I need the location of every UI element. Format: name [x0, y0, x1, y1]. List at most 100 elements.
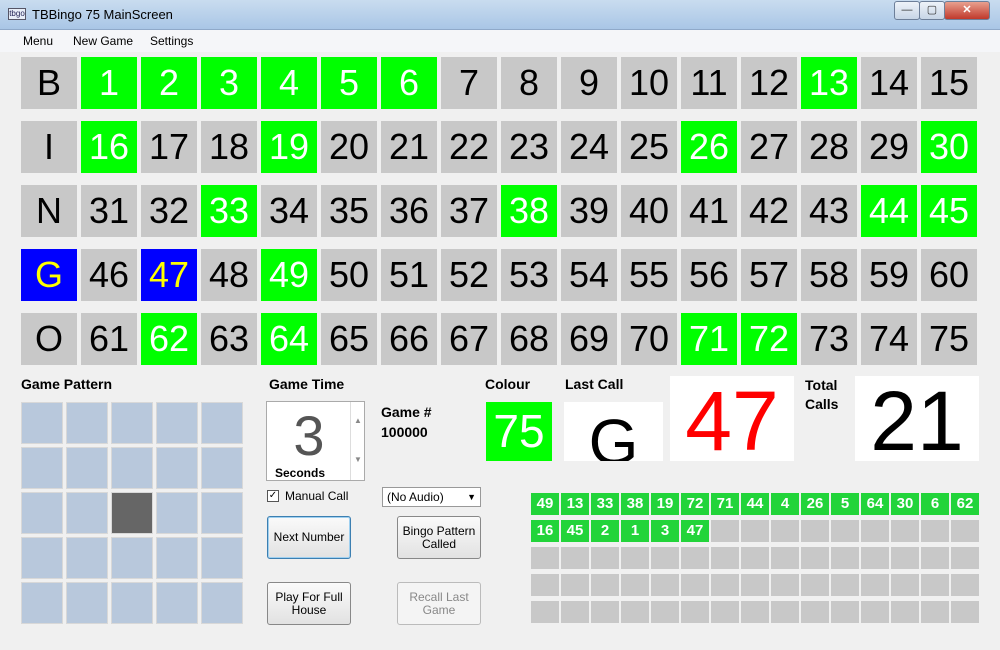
- board-number[interactable]: 33: [201, 185, 257, 237]
- board-number[interactable]: 72: [741, 313, 797, 365]
- pattern-cell[interactable]: [111, 537, 153, 579]
- pattern-cell[interactable]: [156, 582, 198, 624]
- board-number[interactable]: 50: [321, 249, 377, 301]
- board-number[interactable]: 10: [621, 57, 677, 109]
- board-number[interactable]: 1: [81, 57, 137, 109]
- pattern-cell[interactable]: [201, 492, 243, 534]
- bingo-pattern-called-button[interactable]: Bingo Pattern Called: [397, 516, 481, 559]
- board-number[interactable]: 69: [561, 313, 617, 365]
- pattern-cell[interactable]: [111, 492, 153, 534]
- pattern-cell[interactable]: [111, 447, 153, 489]
- board-number[interactable]: 17: [141, 121, 197, 173]
- board-number[interactable]: 30: [921, 121, 977, 173]
- manual-call-checkbox[interactable]: ✓: [267, 490, 279, 502]
- board-number[interactable]: 6: [381, 57, 437, 109]
- menu-item-settings[interactable]: Settings: [150, 34, 193, 48]
- board-number[interactable]: 14: [861, 57, 917, 109]
- pattern-cell[interactable]: [21, 447, 63, 489]
- board-number[interactable]: 46: [81, 249, 137, 301]
- board-number[interactable]: 47: [141, 249, 197, 301]
- board-number[interactable]: 49: [261, 249, 317, 301]
- board-number[interactable]: 71: [681, 313, 737, 365]
- board-number[interactable]: 54: [561, 249, 617, 301]
- board-number[interactable]: 61: [81, 313, 137, 365]
- board-number[interactable]: 18: [201, 121, 257, 173]
- board-number[interactable]: 45: [921, 185, 977, 237]
- pattern-cell[interactable]: [156, 492, 198, 534]
- board-number[interactable]: 27: [741, 121, 797, 173]
- board-number[interactable]: 58: [801, 249, 857, 301]
- spinner-down-arrow-icon[interactable]: ▼: [351, 441, 365, 479]
- board-number[interactable]: 24: [561, 121, 617, 173]
- board-number[interactable]: 67: [441, 313, 497, 365]
- pattern-cell[interactable]: [156, 447, 198, 489]
- menu-item-menu[interactable]: Menu: [23, 34, 53, 48]
- minimize-button[interactable]: —: [894, 1, 920, 20]
- board-number[interactable]: 39: [561, 185, 617, 237]
- board-number[interactable]: 37: [441, 185, 497, 237]
- board-number[interactable]: 36: [381, 185, 437, 237]
- pattern-cell[interactable]: [201, 537, 243, 579]
- pattern-cell[interactable]: [156, 402, 198, 444]
- board-number[interactable]: 26: [681, 121, 737, 173]
- pattern-cell[interactable]: [66, 492, 108, 534]
- board-number[interactable]: 63: [201, 313, 257, 365]
- board-number[interactable]: 4: [261, 57, 317, 109]
- board-number[interactable]: 29: [861, 121, 917, 173]
- board-number[interactable]: 48: [201, 249, 257, 301]
- pattern-cell[interactable]: [201, 447, 243, 489]
- board-number[interactable]: 74: [861, 313, 917, 365]
- board-number[interactable]: 41: [681, 185, 737, 237]
- audio-select[interactable]: (No Audio) ▼: [382, 487, 481, 507]
- board-number[interactable]: 44: [861, 185, 917, 237]
- board-number[interactable]: 52: [441, 249, 497, 301]
- pattern-cell[interactable]: [156, 537, 198, 579]
- board-number[interactable]: 75: [921, 313, 977, 365]
- board-number[interactable]: 60: [921, 249, 977, 301]
- play-full-house-button[interactable]: Play For Full House: [267, 582, 351, 625]
- board-number[interactable]: 57: [741, 249, 797, 301]
- board-number[interactable]: 73: [801, 313, 857, 365]
- board-number[interactable]: 64: [261, 313, 317, 365]
- pattern-cell[interactable]: [66, 582, 108, 624]
- board-number[interactable]: 9: [561, 57, 617, 109]
- board-number[interactable]: 53: [501, 249, 557, 301]
- pattern-cell[interactable]: [66, 537, 108, 579]
- board-number[interactable]: 15: [921, 57, 977, 109]
- pattern-cell[interactable]: [21, 402, 63, 444]
- pattern-cell[interactable]: [66, 402, 108, 444]
- board-number[interactable]: 38: [501, 185, 557, 237]
- board-number[interactable]: 2: [141, 57, 197, 109]
- board-number[interactable]: 7: [441, 57, 497, 109]
- next-number-button[interactable]: Next Number: [267, 516, 351, 559]
- board-number[interactable]: 25: [621, 121, 677, 173]
- board-number[interactable]: 13: [801, 57, 857, 109]
- recall-last-game-button[interactable]: Recall Last Game: [397, 582, 481, 625]
- board-number[interactable]: 56: [681, 249, 737, 301]
- board-number[interactable]: 32: [141, 185, 197, 237]
- pattern-cell[interactable]: [21, 492, 63, 534]
- board-number[interactable]: 22: [441, 121, 497, 173]
- board-number[interactable]: 55: [621, 249, 677, 301]
- board-number[interactable]: 19: [261, 121, 317, 173]
- pattern-cell[interactable]: [66, 447, 108, 489]
- pattern-cell[interactable]: [21, 537, 63, 579]
- board-number[interactable]: 66: [381, 313, 437, 365]
- board-number[interactable]: 51: [381, 249, 437, 301]
- board-number[interactable]: 42: [741, 185, 797, 237]
- board-number[interactable]: 65: [321, 313, 377, 365]
- game-time-spinner[interactable]: 3 Seconds ▲ ▼: [266, 401, 365, 481]
- board-number[interactable]: 23: [501, 121, 557, 173]
- board-number[interactable]: 20: [321, 121, 377, 173]
- pattern-cell[interactable]: [111, 582, 153, 624]
- spinner-up-arrow-icon[interactable]: ▲: [351, 402, 365, 440]
- board-number[interactable]: 3: [201, 57, 257, 109]
- board-number[interactable]: 31: [81, 185, 137, 237]
- board-number[interactable]: 12: [741, 57, 797, 109]
- board-number[interactable]: 35: [321, 185, 377, 237]
- board-number[interactable]: 59: [861, 249, 917, 301]
- pattern-cell[interactable]: [201, 402, 243, 444]
- pattern-cell[interactable]: [21, 582, 63, 624]
- board-number[interactable]: 5: [321, 57, 377, 109]
- board-number[interactable]: 62: [141, 313, 197, 365]
